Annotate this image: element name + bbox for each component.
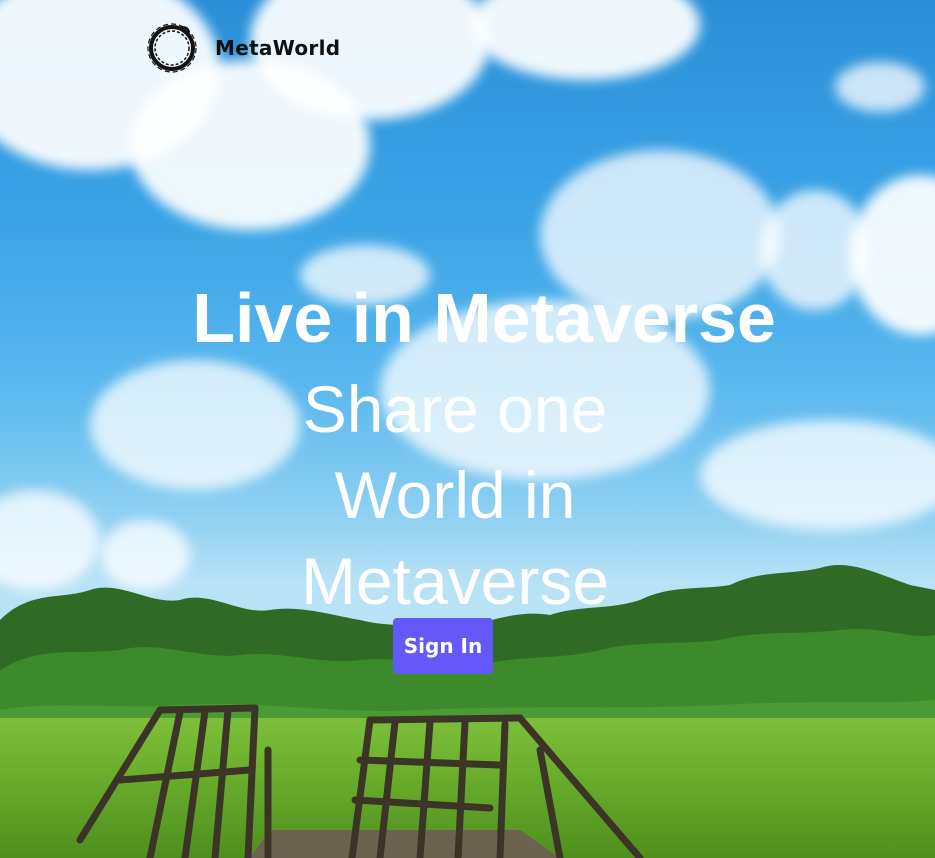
brand-name: MetaWorld [215, 36, 341, 60]
cloud [835, 62, 925, 112]
ouroboros-ring-icon [147, 23, 197, 73]
wooden-bridge [76, 704, 644, 858]
cloud [700, 420, 935, 530]
hero-headline: Live in Metaverse [192, 279, 776, 357]
sign-in-button[interactable]: Sign In [393, 618, 493, 674]
cloud [470, 0, 700, 80]
brand-logo[interactable]: MetaWorld [146, 22, 340, 74]
hero-subheadline: Share one World in Metaverse [300, 372, 610, 618]
